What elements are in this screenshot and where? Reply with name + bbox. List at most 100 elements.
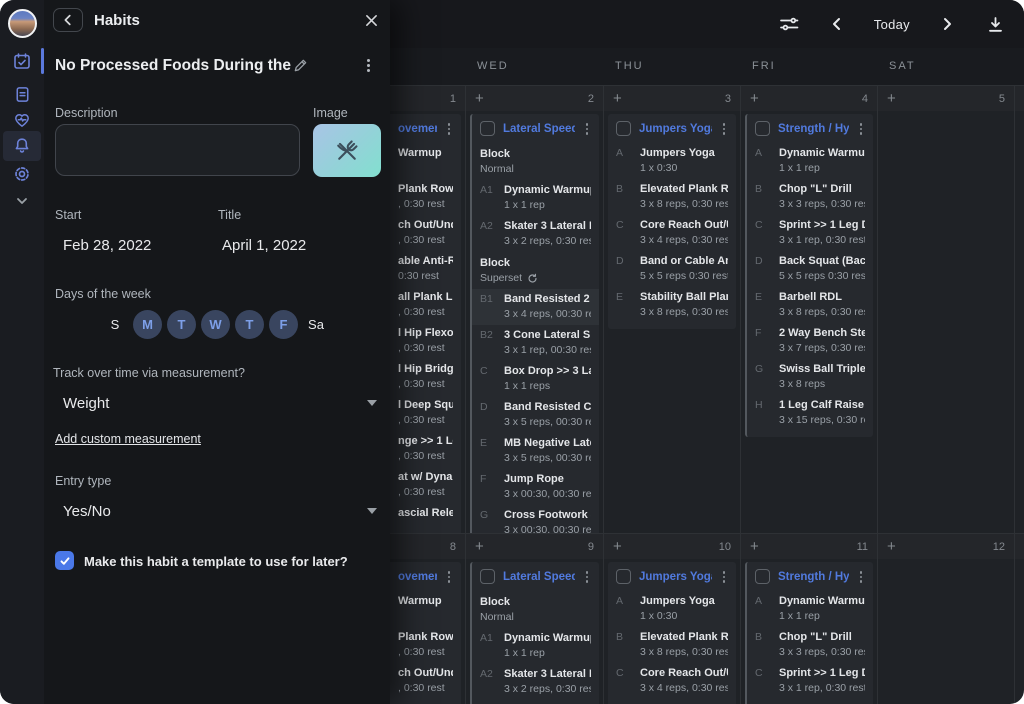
exercise-row[interactable]: AJumpers Yoga1 x 0:30	[608, 591, 736, 627]
exercise-row[interactable]: EStability Ball Plank Linear ...3 x 8 re…	[608, 287, 736, 323]
workout-menu-button[interactable]	[857, 121, 866, 137]
workout-checkbox[interactable]	[755, 569, 770, 584]
weekday-toggle-s[interactable]: S	[102, 310, 128, 339]
exercise-row[interactable]: A1Dynamic Warmup1 x 1 rep	[472, 628, 599, 664]
avatar[interactable]	[8, 9, 37, 38]
add-workout-button[interactable]: +	[750, 539, 759, 554]
end-date-field[interactable]: April 1, 2022	[222, 237, 306, 254]
workout-title[interactable]: Lateral Speed / Plyo	[503, 571, 575, 583]
sidebar-item-notifications[interactable]	[3, 131, 41, 161]
exercise-row[interactable]: CCore Reach Out/Under3 x 4 reps, 0:30 re…	[608, 663, 736, 699]
close-button[interactable]	[362, 11, 380, 29]
exercise-row[interactable]: A2Skater 3 Lateral Hops >> ...3 x 2 reps…	[472, 216, 599, 252]
exercise-row[interactable]: DBand or Cable Anti Rotati...5 x 5 reps …	[608, 699, 736, 704]
prev-week-button[interactable]	[826, 13, 848, 35]
workout-title[interactable]: Jumpers Yoga / Core	[639, 571, 712, 583]
add-workout-button[interactable]: +	[475, 539, 484, 554]
exercise-row[interactable]: AJumpers Yoga1 x 0:30	[608, 143, 736, 179]
exercise-row[interactable]: H1 Leg Calf Raise3 x 15 reps, 0:30 rest	[747, 395, 873, 431]
exercise-row[interactable]: DBack Squat (Back Off Set)5 x 5 reps 0:3…	[747, 251, 873, 287]
sidebar-item-calendar[interactable]	[3, 46, 41, 76]
workout-title[interactable]: Strength / Hypertro...	[778, 571, 849, 583]
exercise-row[interactable]: Plank Row, 0:30 rest	[390, 627, 461, 663]
workout-title[interactable]: ovement Q...	[398, 571, 437, 583]
workout-checkbox[interactable]	[616, 569, 631, 584]
exercise-row[interactable]: CBox Drop >> 3 Lateral H...1 x 1 reps	[472, 361, 599, 397]
workout-menu-button[interactable]	[583, 569, 592, 585]
exercise-row[interactable]: Warmup	[390, 143, 461, 179]
exercise-row[interactable]: BChop "L" Drill3 x 3 reps, 0:30 rest	[747, 627, 873, 663]
today-button[interactable]: Today	[874, 17, 910, 32]
workout-title[interactable]: ovement Q...	[398, 123, 437, 135]
template-checkbox-label[interactable]: Make this habit a template to use for la…	[84, 554, 348, 569]
exercise-row[interactable]: at w/ Dynamic P..., 0:30 rest	[390, 467, 461, 503]
exercise-row[interactable]: DBack Squat (Back Off Set)5 x 5 reps 0:3…	[747, 699, 873, 704]
exercise-row[interactable]: Plank Row, 0:30 rest	[390, 179, 461, 215]
edit-title-button[interactable]	[293, 58, 308, 78]
exercise-row[interactable]: A1Dynamic Warmup1 x 1 rep	[472, 180, 599, 216]
weekday-toggle-t[interactable]: T	[167, 310, 196, 339]
download-icon[interactable]	[984, 13, 1006, 35]
workout-title[interactable]: Lateral Speed / Plyo	[503, 123, 575, 135]
exercise-row[interactable]: A2Skater 3 Lateral Hops >> ...3 x 2 reps…	[472, 664, 599, 700]
exercise-row[interactable]: BChop "L" Drill3 x 3 reps, 0:30 rest	[747, 179, 873, 215]
exercise-row[interactable]: ADynamic Warmup1 x 1 rep	[747, 591, 873, 627]
start-date-field[interactable]: Feb 28, 2022	[63, 237, 151, 254]
exercise-row[interactable]: CSprint >> 1 Leg Declarations3 x 1 rep, …	[747, 663, 873, 699]
workout-menu-button[interactable]	[445, 569, 454, 585]
exercise-row[interactable]: able Anti-Rotati...0:30 rest	[390, 251, 461, 287]
add-workout-button[interactable]: +	[750, 91, 759, 106]
exercise-row[interactable]: CSprint >> 1 Leg Declarations3 x 1 rep, …	[747, 215, 873, 251]
exercise-row[interactable]: ch Out/Under, 0:30 rest	[390, 215, 461, 251]
exercise-row[interactable]: l Hip Bridge w/ ..., 0:30 rest	[390, 359, 461, 395]
exercise-row[interactable]: able Anti-Rotati...0:30 rest	[390, 699, 461, 704]
exercise-row[interactable]: l Deep Squat Mo..., 0:30 rest	[390, 395, 461, 431]
next-week-button[interactable]	[936, 13, 958, 35]
workout-menu-button[interactable]	[720, 569, 729, 585]
template-checkbox[interactable]	[55, 551, 74, 570]
exercise-row[interactable]: CCore Reach Out/Under3 x 4 reps, 0:30 re…	[608, 215, 736, 251]
exercise-row[interactable]: GSwiss Ball Triple Threat3 x 8 reps	[747, 359, 873, 395]
weekday-toggle-m[interactable]: M	[133, 310, 162, 339]
exercise-row[interactable]: ascial Release C...	[390, 503, 461, 534]
exercise-row[interactable]: EBarbell RDL3 x 8 reps, 0:30 rest	[747, 287, 873, 323]
habit-menu-button[interactable]	[364, 57, 373, 74]
workout-menu-button[interactable]	[720, 121, 729, 137]
exercise-row[interactable]: B23 Cone Lateral Slide3 x 1 rep, 00:30 r…	[472, 325, 599, 361]
exercise-row[interactable]: ch Out/Under, 0:30 rest	[390, 663, 461, 699]
workout-title[interactable]: Jumpers Yoga / Core	[639, 123, 712, 135]
exercise-row[interactable]: DBand or Cable Anti Rotati...5 x 5 reps …	[608, 251, 736, 287]
weekday-toggle-t[interactable]: T	[235, 310, 264, 339]
sidebar-expand-button[interactable]	[3, 186, 41, 216]
entry-type-dropdown[interactable]: Yes/No	[55, 498, 389, 524]
exercise-row[interactable]: EMB Negative Lateral Hop...3 x 5 reps, 0…	[472, 433, 599, 469]
add-workout-button[interactable]: +	[475, 91, 484, 106]
exercise-row[interactable]: Warmup	[390, 591, 461, 627]
exercise-row[interactable]: BElevated Plank Row3 x 8 reps, 0:30 rest	[608, 179, 736, 215]
add-workout-button[interactable]: +	[613, 539, 622, 554]
add-custom-measurement-link[interactable]: Add custom measurement	[55, 432, 201, 446]
back-button[interactable]	[53, 8, 83, 32]
sidebar-item-settings[interactable]	[3, 159, 41, 189]
filter-sliders-icon[interactable]	[778, 13, 800, 35]
exercise-row[interactable]: BElevated Plank Row3 x 8 reps, 0:30 rest	[608, 627, 736, 663]
workout-checkbox[interactable]	[480, 121, 495, 136]
weekday-toggle-f[interactable]: F	[269, 310, 298, 339]
exercise-row[interactable]: F2 Way Bench Step Up3 x 7 reps, 0:30 res…	[747, 323, 873, 359]
weekday-toggle-sa[interactable]: Sa	[303, 310, 329, 339]
add-workout-button[interactable]: +	[887, 91, 896, 106]
workout-checkbox[interactable]	[755, 121, 770, 136]
measurement-dropdown[interactable]: Weight	[55, 390, 389, 416]
description-input[interactable]	[55, 124, 300, 176]
exercise-row[interactable]: all Plank Linear ..., 0:30 rest	[390, 287, 461, 323]
workout-menu-button[interactable]	[445, 121, 454, 137]
add-workout-button[interactable]: +	[887, 539, 896, 554]
workout-checkbox[interactable]	[616, 121, 631, 136]
exercise-row[interactable]: l Hip Flexor Rais..., 0:30 rest	[390, 323, 461, 359]
workout-title[interactable]: Strength / Hypertro...	[778, 123, 849, 135]
exercise-row[interactable]: nge >> 1 Leg St..., 0:30 rest	[390, 431, 461, 467]
exercise-row[interactable]: B1Band Resisted 2 Step Late...3 x 4 reps…	[472, 289, 599, 325]
habit-image-tile[interactable]	[313, 124, 381, 177]
exercise-row[interactable]: GCross Footwork Jump Rope3 x 00:30, 00:3…	[472, 505, 599, 534]
weekday-toggle-w[interactable]: W	[201, 310, 230, 339]
